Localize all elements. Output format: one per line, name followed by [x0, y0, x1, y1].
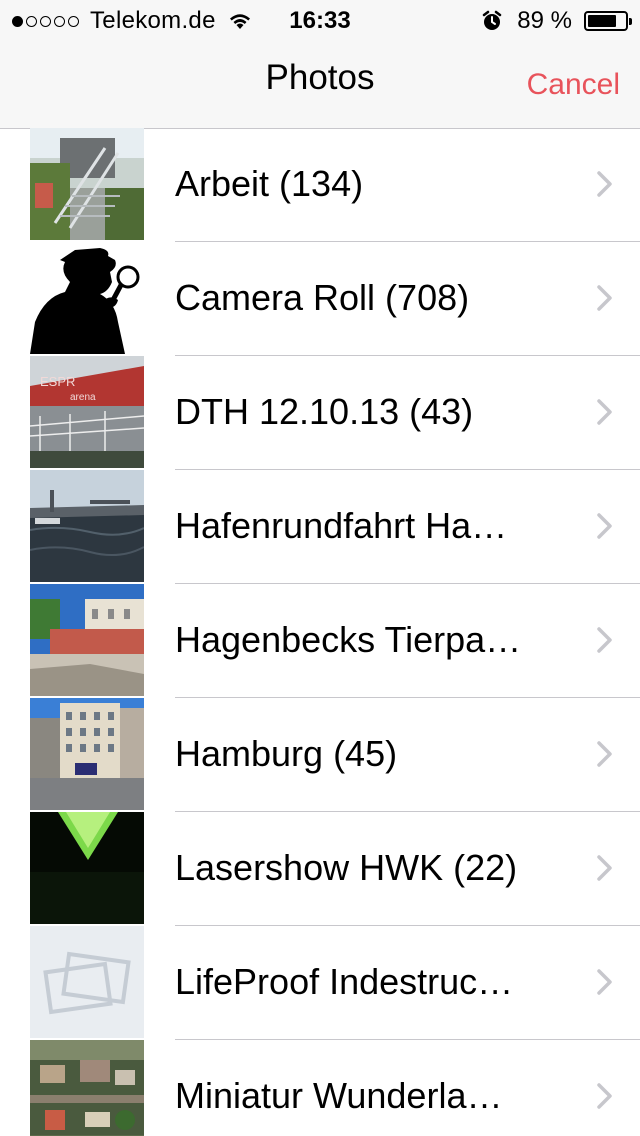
album-title: Arbeit (134) [175, 163, 364, 204]
album-row-hafenrundfahrt[interactable]: Hafenrundfahrt Ha… [0, 470, 640, 584]
album-row-hamburg[interactable]: Hamburg (45) [0, 698, 640, 812]
album-row-dth[interactable]: ESPR arena DTH 12.10.13 (43) [0, 356, 640, 470]
battery-icon [584, 11, 632, 31]
chevron-right-icon [597, 399, 612, 425]
status-bar: Telekom.de 16:33 89 % [0, 0, 640, 40]
album-title: DTH 12.10.13 (43) [175, 391, 474, 432]
album-row-lifeproof[interactable]: LifeProof Indestruc… [0, 926, 640, 1040]
album-title: LifeProof Indestruc… [175, 961, 514, 1002]
album-title: Hamburg (45) [175, 733, 398, 774]
chevron-right-icon [597, 855, 612, 881]
chevron-right-icon [597, 171, 612, 197]
album-row-hagenbecks[interactable]: Hagenbecks Tierpa… [0, 584, 640, 698]
album-title: Lasershow HWK (22) [175, 847, 518, 888]
album-thumbnail-placeholder [30, 926, 144, 1038]
album-thumbnail-stairs [30, 128, 144, 240]
album-thumbnail-miniature [30, 1040, 144, 1136]
battery-nub [629, 18, 632, 25]
album-thumbnail-harbor [30, 470, 144, 582]
album-thumbnail-city [30, 698, 144, 810]
chevron-right-icon [597, 741, 612, 767]
chevron-right-icon [597, 513, 612, 539]
svg-text:ESPR: ESPR [40, 374, 75, 389]
battery-fill [588, 15, 616, 27]
album-thumbnail-detective [30, 242, 144, 354]
album-thumbnail-arena: ESPR arena [30, 356, 144, 468]
status-right-group: 89 % [481, 7, 632, 35]
album-list: Arbeit (134) Camera Roll (708) ESPR aren… [0, 128, 640, 1136]
album-title: Camera Roll (708) [175, 277, 470, 318]
album-row-miniatur[interactable]: Miniatur Wunderla… [0, 1040, 640, 1136]
photo-album-picker: Telekom.de 16:33 89 % Photos Cancel Arbe… [0, 0, 640, 1136]
album-row-camera-roll[interactable]: Camera Roll (708) [0, 242, 640, 356]
chevron-right-icon [597, 285, 612, 311]
svg-text:arena: arena [70, 392, 96, 403]
cancel-button[interactable]: Cancel [527, 68, 620, 102]
album-row-lasershow[interactable]: Lasershow HWK (22) [0, 812, 640, 926]
album-title: Hafenrundfahrt Ha… [175, 505, 508, 546]
alarm-icon [483, 10, 502, 30]
chevron-right-icon [597, 1083, 612, 1109]
album-thumbnail-zoo [30, 584, 144, 696]
album-title: Miniatur Wunderla… [175, 1075, 503, 1116]
chevron-right-icon [597, 969, 612, 995]
album-thumbnail-laser [30, 812, 144, 924]
album-title: Hagenbecks Tierpa… [175, 619, 522, 660]
battery-percent: 89 % [517, 7, 572, 34]
navigation-bar: Telekom.de 16:33 89 % Photos Cancel [0, 0, 640, 129]
album-row-arbeit[interactable]: Arbeit (134) [0, 128, 640, 242]
chevron-right-icon [597, 627, 612, 653]
